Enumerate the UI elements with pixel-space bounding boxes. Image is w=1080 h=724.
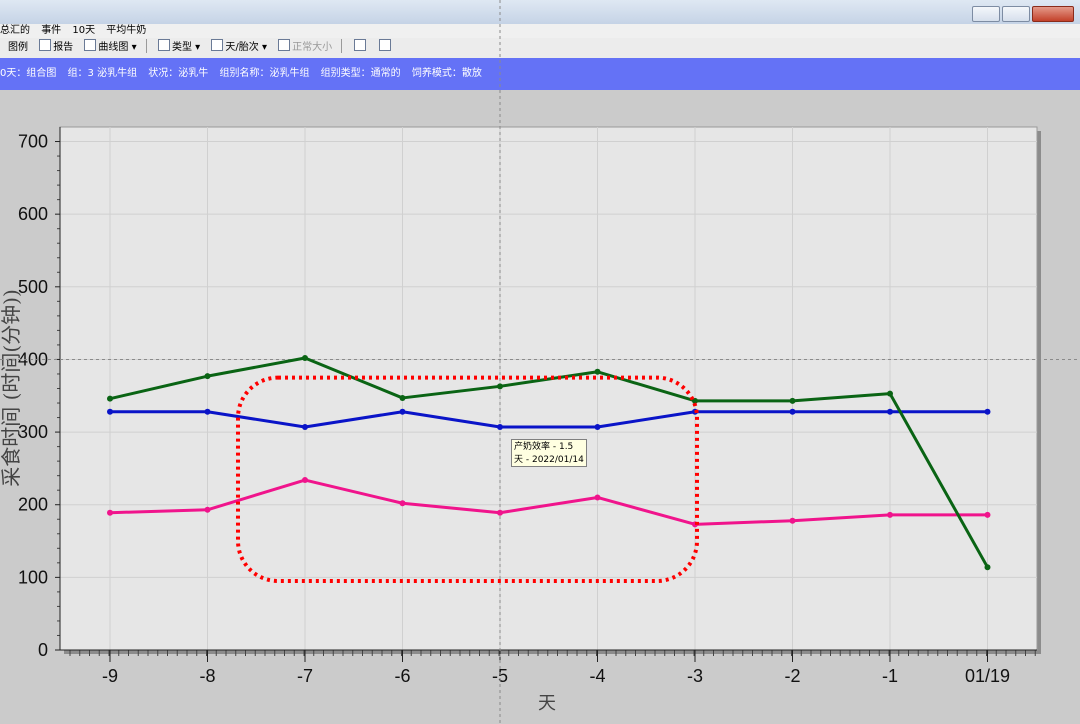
data-point [399,408,406,415]
x-tick-label: -1 [882,666,898,686]
y-tick-label: 0 [38,640,48,660]
y-tick-label: 200 [18,495,48,515]
data-point [107,509,113,516]
data-point [302,423,308,430]
data-point [984,511,991,518]
y-tick-label: 700 [18,132,48,152]
x-tick-label: 01/19 [965,666,1010,686]
x-tick-label: -2 [784,666,800,686]
data-point [984,564,991,571]
data-point [497,423,503,430]
data-point [594,494,601,501]
data-point [984,408,991,415]
data-point [789,397,796,404]
y-tick-label: 100 [18,567,48,587]
data-point [107,395,113,402]
data-point [204,408,211,415]
data-point [204,506,211,513]
tooltip-date: 天 - 2022/01/14 [514,455,584,465]
x-tick-label: -7 [297,666,313,686]
data-point [887,408,893,415]
data-point [399,394,406,401]
data-point [789,517,796,524]
data-point [302,477,308,484]
data-point [594,423,601,430]
data-tooltip: 产奶效率 - 1.5 天 - 2022/01/14 [511,439,587,467]
data-point [204,373,211,380]
x-tick-label: -4 [589,666,605,686]
x-tick-label: -6 [394,666,410,686]
data-point [887,390,893,397]
y-axis-title: 采食时间 (时间(分钟)) [0,289,23,487]
data-point [399,500,406,507]
data-point [107,408,113,415]
tooltip-value: 产奶效率 - 1.5 [514,442,574,452]
y-tick-label: 600 [18,204,48,224]
data-point [789,408,796,415]
x-axis-title: 天 [538,693,556,714]
data-point [302,354,308,361]
data-point [594,368,601,375]
data-point [497,509,503,516]
x-tick-label: -3 [687,666,703,686]
data-point [887,511,893,518]
line-chart[interactable]: 0100200300400500600700-9 -8 -7 -6 -5 -4 -3 -2 -1… [0,0,1080,724]
data-point [497,383,503,390]
x-tick-label: -8 [199,666,215,686]
x-tick-label: -9 [102,666,118,686]
